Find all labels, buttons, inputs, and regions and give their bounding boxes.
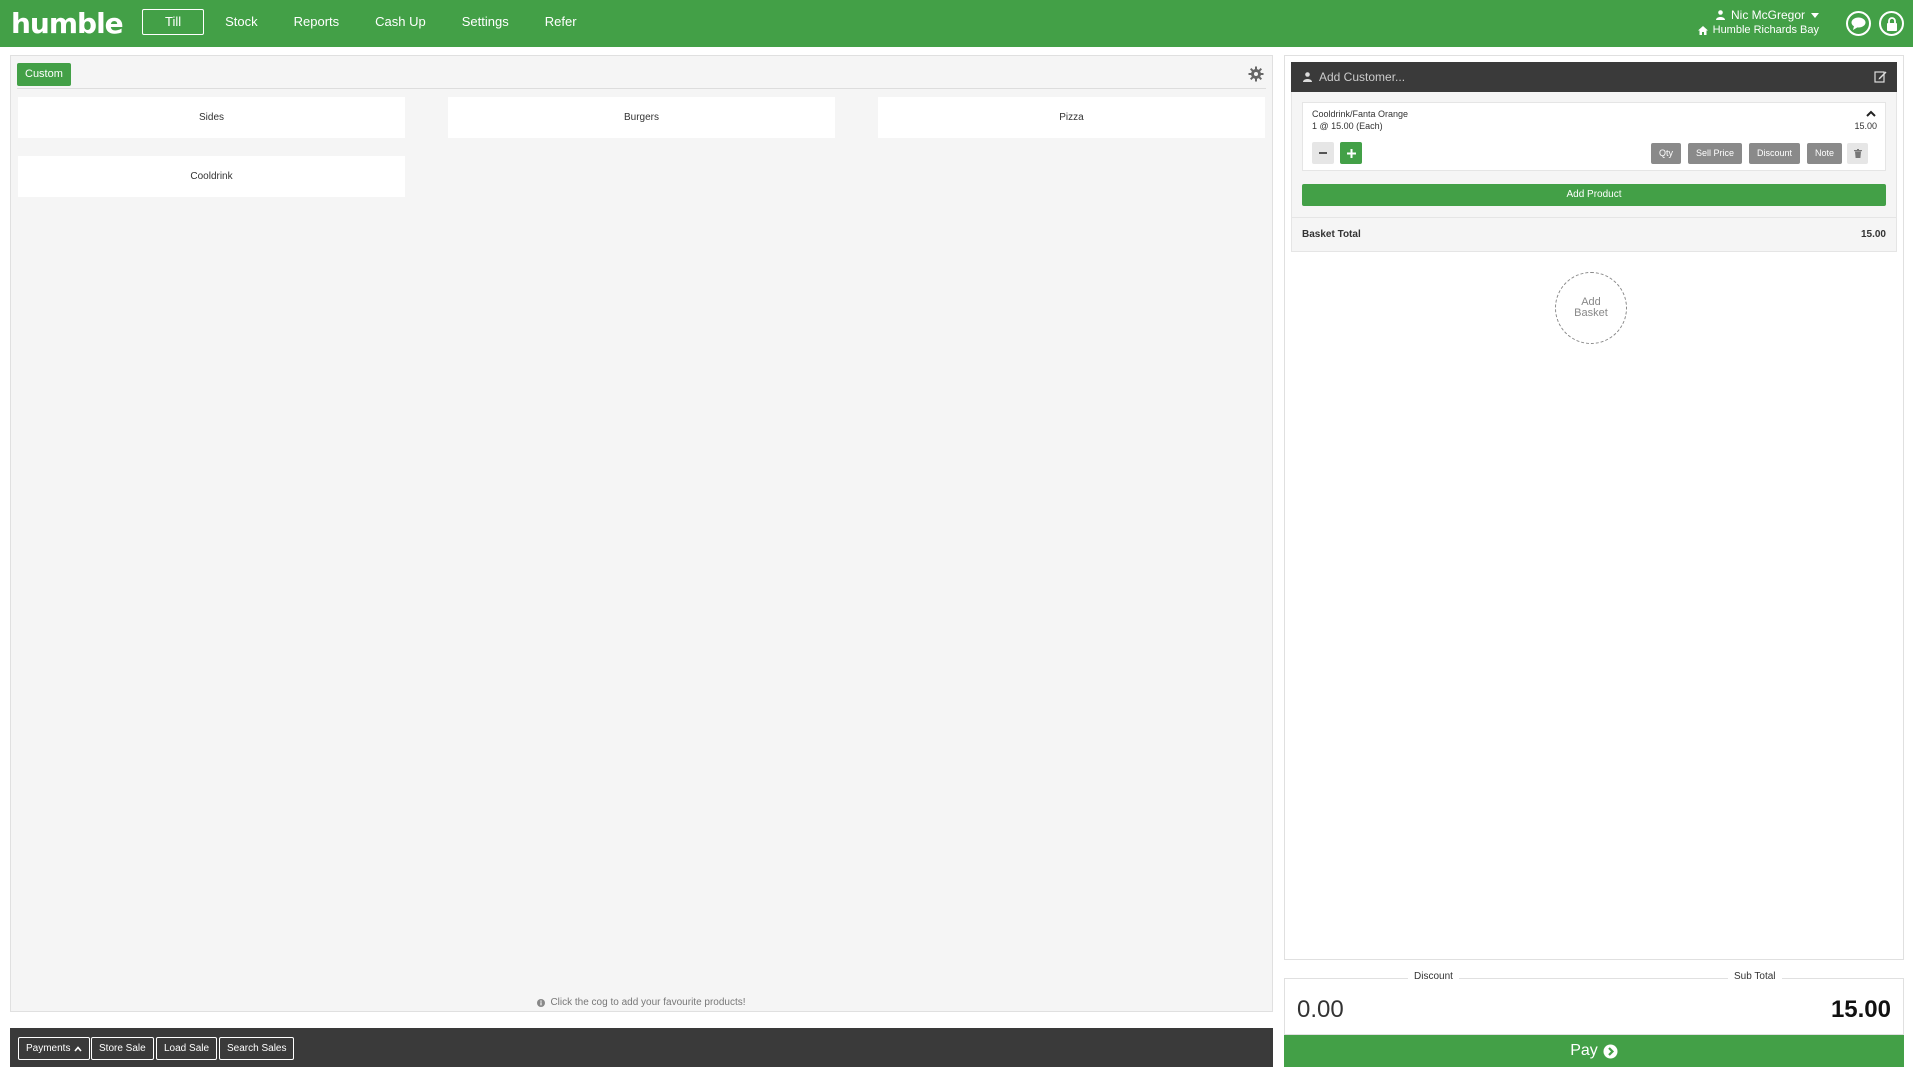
basket-panel: Add Customer... Cooldrink/Fanta Orange 1… bbox=[1284, 55, 1904, 960]
category-tile-cooldrink[interactable]: Cooldrink bbox=[18, 156, 405, 197]
plus-icon bbox=[1346, 148, 1356, 158]
basket-item[interactable]: Cooldrink/Fanta Orange 1 @ 15.00 (Each) … bbox=[1302, 102, 1886, 171]
payments-label: Payments bbox=[26, 1043, 71, 1054]
nav-cash-up[interactable]: Cash Up bbox=[358, 9, 443, 35]
nav-settings[interactable]: Settings bbox=[445, 9, 526, 35]
pay-button[interactable]: Pay bbox=[1284, 1035, 1904, 1067]
chevron-up-icon[interactable] bbox=[1865, 109, 1877, 119]
chat-icon bbox=[1851, 17, 1866, 30]
category-tile-burgers[interactable]: Burgers bbox=[448, 97, 835, 138]
subtotal-label: Sub Total bbox=[1728, 971, 1782, 982]
discount-button[interactable]: Discount bbox=[1749, 143, 1801, 164]
sale-actions-bar: Payments Store Sale Load Sale Search Sal… bbox=[10, 1028, 1273, 1067]
nav-stock[interactable]: Stock bbox=[208, 9, 275, 35]
pay-label: Pay bbox=[1570, 1042, 1598, 1059]
chevron-down-icon bbox=[1811, 12, 1819, 18]
info-icon bbox=[537, 998, 546, 1007]
trash-icon bbox=[1853, 149, 1862, 158]
item-price: 15.00 bbox=[1854, 121, 1877, 131]
totals-divider bbox=[1285, 978, 1903, 979]
add-customer-bar[interactable]: Add Customer... bbox=[1291, 62, 1897, 92]
arrow-circle-right-icon bbox=[1603, 1044, 1618, 1058]
item-name: Cooldrink/Fanta Orange bbox=[1312, 109, 1409, 119]
payments-button[interactable]: Payments bbox=[18, 1037, 91, 1060]
nav-reports[interactable]: Reports bbox=[277, 9, 357, 35]
basket-total-row: Basket Total 15.00 bbox=[1292, 217, 1896, 251]
basket-total-value: 15.00 bbox=[1860, 229, 1886, 240]
decrease-qty-button[interactable] bbox=[1312, 142, 1334, 164]
sell-price-button[interactable]: Sell Price bbox=[1688, 143, 1743, 164]
edit-icon[interactable] bbox=[1874, 70, 1887, 83]
item-qty-line: 1 @ 15.00 (Each) bbox=[1312, 121, 1383, 131]
hint-text: Click the cog to add your favourite prod… bbox=[550, 997, 746, 1008]
basket: Cooldrink/Fanta Orange 1 @ 15.00 (Each) … bbox=[1291, 92, 1897, 252]
user-menu[interactable]: Nic McGregor Humble Richards Bay bbox=[1697, 8, 1819, 36]
product-panel: Custom Sides Burgers Pizza Cooldrink Cli… bbox=[10, 55, 1273, 1012]
lock-button[interactable] bbox=[1879, 11, 1904, 36]
delete-item-button[interactable] bbox=[1847, 143, 1868, 164]
chat-button[interactable] bbox=[1846, 11, 1871, 36]
top-navbar: humble Till Stock Reports Cash Up Settin… bbox=[0, 0, 1913, 47]
add-basket-button[interactable]: Add Basket bbox=[1555, 272, 1627, 344]
load-sale-button[interactable]: Load Sale bbox=[156, 1037, 218, 1060]
home-icon bbox=[1697, 25, 1708, 35]
user-icon bbox=[1715, 10, 1725, 20]
humble-logo[interactable]: humble bbox=[11, 7, 124, 40]
user-icon bbox=[1303, 72, 1312, 82]
main-nav: Till Stock Reports Cash Up Settings Refe… bbox=[142, 9, 596, 35]
store-name: Humble Richards Bay bbox=[1712, 24, 1819, 36]
category-tile-pizza[interactable]: Pizza bbox=[878, 97, 1265, 138]
note-button[interactable]: Note bbox=[1807, 143, 1843, 164]
custom-button[interactable]: Custom bbox=[17, 63, 71, 86]
chevron-up-icon bbox=[74, 1045, 83, 1052]
increase-qty-button[interactable] bbox=[1340, 142, 1362, 164]
gear-icon[interactable] bbox=[1248, 66, 1264, 82]
sale-totals: Discount Sub Total 0.00 15.00 bbox=[1284, 971, 1904, 1035]
category-tile-sides[interactable]: Sides bbox=[18, 97, 405, 138]
minus-icon bbox=[1319, 152, 1327, 154]
basket-total-label: Basket Total bbox=[1302, 229, 1361, 240]
favourites-hint: Click the cog to add your favourite prod… bbox=[11, 997, 1272, 1008]
discount-label: Discount bbox=[1408, 971, 1459, 982]
product-toolbar: Custom bbox=[17, 63, 1266, 89]
nav-till[interactable]: Till bbox=[142, 9, 205, 35]
add-product-button[interactable]: Add Product bbox=[1302, 184, 1886, 206]
add-basket-label-line2: Basket bbox=[1574, 307, 1608, 319]
discount-value: 0.00 bbox=[1297, 996, 1344, 1023]
search-sales-button[interactable]: Search Sales bbox=[219, 1037, 295, 1060]
user-name: Nic McGregor bbox=[1730, 8, 1805, 22]
store-sale-button[interactable]: Store Sale bbox=[91, 1037, 154, 1060]
lock-icon bbox=[1886, 16, 1897, 31]
add-customer-placeholder: Add Customer... bbox=[1319, 70, 1406, 84]
nav-refer[interactable]: Refer bbox=[528, 9, 594, 35]
subtotal-value: 15.00 bbox=[1830, 996, 1891, 1023]
qty-button[interactable]: Qty bbox=[1651, 143, 1682, 164]
